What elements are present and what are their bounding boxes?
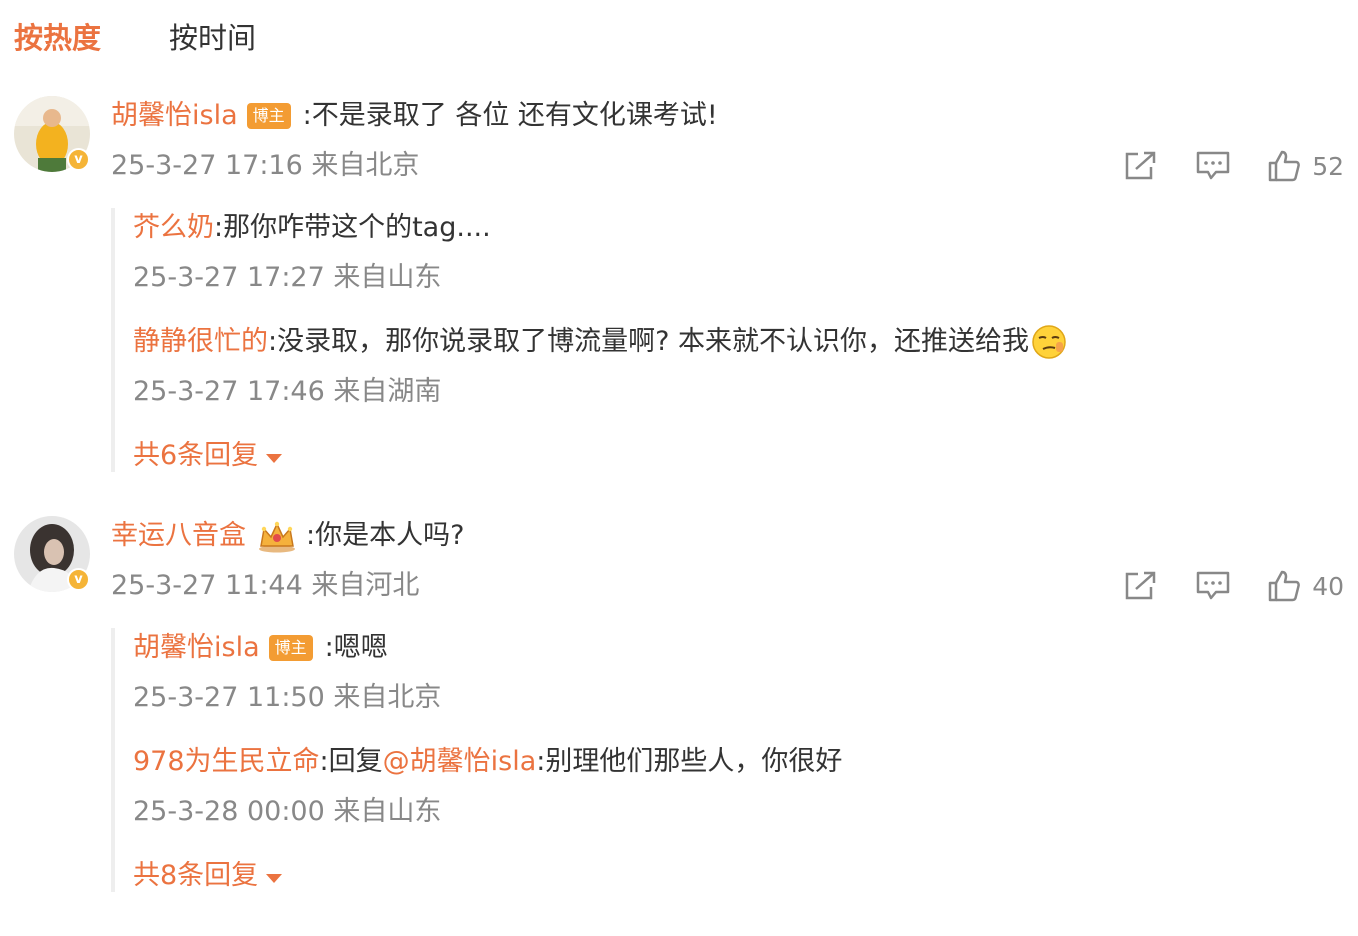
more-replies-label: 共6条回复 xyxy=(133,440,259,471)
sort-tabs: 按热度 按时间 xyxy=(14,18,256,58)
like-count: 40 xyxy=(1312,571,1344,601)
author-badge: 博主 xyxy=(246,103,291,129)
like-button[interactable]: 40 xyxy=(1268,570,1344,602)
reply-prefix: :回复 xyxy=(319,746,383,777)
thumbs-up-icon xyxy=(1268,150,1301,182)
reply-meta: 25-3-28 00:00 来自山东 xyxy=(133,796,442,827)
reply-meta: 25-3-27 11:50 来自北京 xyxy=(133,682,442,713)
share-icon xyxy=(1125,151,1156,180)
comment-meta: 25-3-27 11:44 来自河北 xyxy=(111,570,420,601)
reply-username-link[interactable]: 静静很忙的 xyxy=(133,322,268,362)
reply-username-link[interactable]: 胡馨怡isla xyxy=(133,628,260,668)
thumbs-up-icon xyxy=(1268,570,1301,602)
reply-item: 静静很忙的 :没录取，那你说录取了博流量啊? 本来就不认识你，还推送给我 25-… xyxy=(133,322,1211,412)
comment-icon xyxy=(1196,151,1230,180)
caret-down-icon xyxy=(266,453,283,463)
comment-header: 幸运八音盒 :你是本人吗? xyxy=(111,516,464,556)
tab-sort-by-hot[interactable]: 按热度 xyxy=(14,18,101,58)
crown-icon xyxy=(259,521,295,553)
more-replies-link[interactable]: 共8条回复 xyxy=(133,856,1211,896)
more-replies-label: 共8条回复 xyxy=(133,860,259,891)
tab-sort-by-time[interactable]: 按时间 xyxy=(169,18,256,58)
reply-meta: 25-3-27 17:46 来自湖南 xyxy=(133,376,442,407)
reply-button[interactable] xyxy=(1196,151,1230,181)
reply-item: 芥么奶 :那你咋带这个的tag.... 25-3-27 17:27 来自山东 xyxy=(133,208,1211,298)
reply-text: :没录取，那你说录取了博流量啊? 本来就不认识你，还推送给我 xyxy=(268,326,1030,357)
reply-username-link[interactable]: 芥么奶 xyxy=(133,208,214,248)
reply-button[interactable] xyxy=(1196,571,1230,601)
share-button[interactable] xyxy=(1124,151,1158,181)
reply-meta: 25-3-27 17:27 来自山东 xyxy=(133,262,442,293)
verified-badge-icon: v xyxy=(67,568,90,591)
comment-section: 按热度 按时间 v 胡馨怡isla 博主 :不是录取了 各位 还有文化课考试! … xyxy=(0,0,1358,936)
caret-down-icon xyxy=(266,873,283,883)
reply-text: :别理他们那些人，你很好 xyxy=(536,746,843,777)
reply-list: 胡馨怡isla 博主 :嗯嗯 25-3-27 11:50 来自北京 978为生民… xyxy=(111,628,1211,892)
avatar[interactable]: v xyxy=(14,96,90,172)
share-icon xyxy=(1125,571,1156,600)
like-count: 52 xyxy=(1312,151,1344,181)
reply-text: :嗯嗯 xyxy=(324,632,388,663)
comment-text: :不是录取了 各位 还有文化课考试! xyxy=(302,100,718,131)
share-button[interactable] xyxy=(1124,571,1158,601)
mention-link[interactable]: @胡馨怡isla xyxy=(383,742,537,782)
more-replies-link[interactable]: 共6条回复 xyxy=(133,436,1211,476)
username-link[interactable]: 幸运八音盒 xyxy=(111,516,246,556)
like-button[interactable]: 52 xyxy=(1268,150,1344,182)
comment-meta: 25-3-27 17:16 来自北京 xyxy=(111,150,420,181)
author-badge: 博主 xyxy=(268,635,313,661)
reply-item: 胡馨怡isla 博主 :嗯嗯 25-3-27 11:50 来自北京 xyxy=(133,628,1211,718)
comment-header: 胡馨怡isla 博主 :不是录取了 各位 还有文化课考试! xyxy=(111,96,718,136)
comment-actions: 52 xyxy=(1086,146,1344,186)
comment-actions: 40 xyxy=(1086,566,1344,606)
verified-badge-icon: v xyxy=(67,148,90,171)
reply-text: :那你咋带这个的tag.... xyxy=(214,212,491,243)
reply-username-link[interactable]: 978为生民立命 xyxy=(133,742,320,782)
comment-text: :你是本人吗? xyxy=(306,520,465,551)
reply-list: 芥么奶 :那你咋带这个的tag.... 25-3-27 17:27 来自山东 静… xyxy=(111,208,1211,472)
username-link[interactable]: 胡馨怡isla xyxy=(111,96,238,136)
avatar[interactable]: v xyxy=(14,516,90,592)
reply-item: 978为生民立命 :回复 @胡馨怡isla :别理他们那些人，你很好 25-3-… xyxy=(133,742,1211,832)
smirk-emoji-icon xyxy=(1032,325,1066,359)
comment-icon xyxy=(1196,571,1230,600)
